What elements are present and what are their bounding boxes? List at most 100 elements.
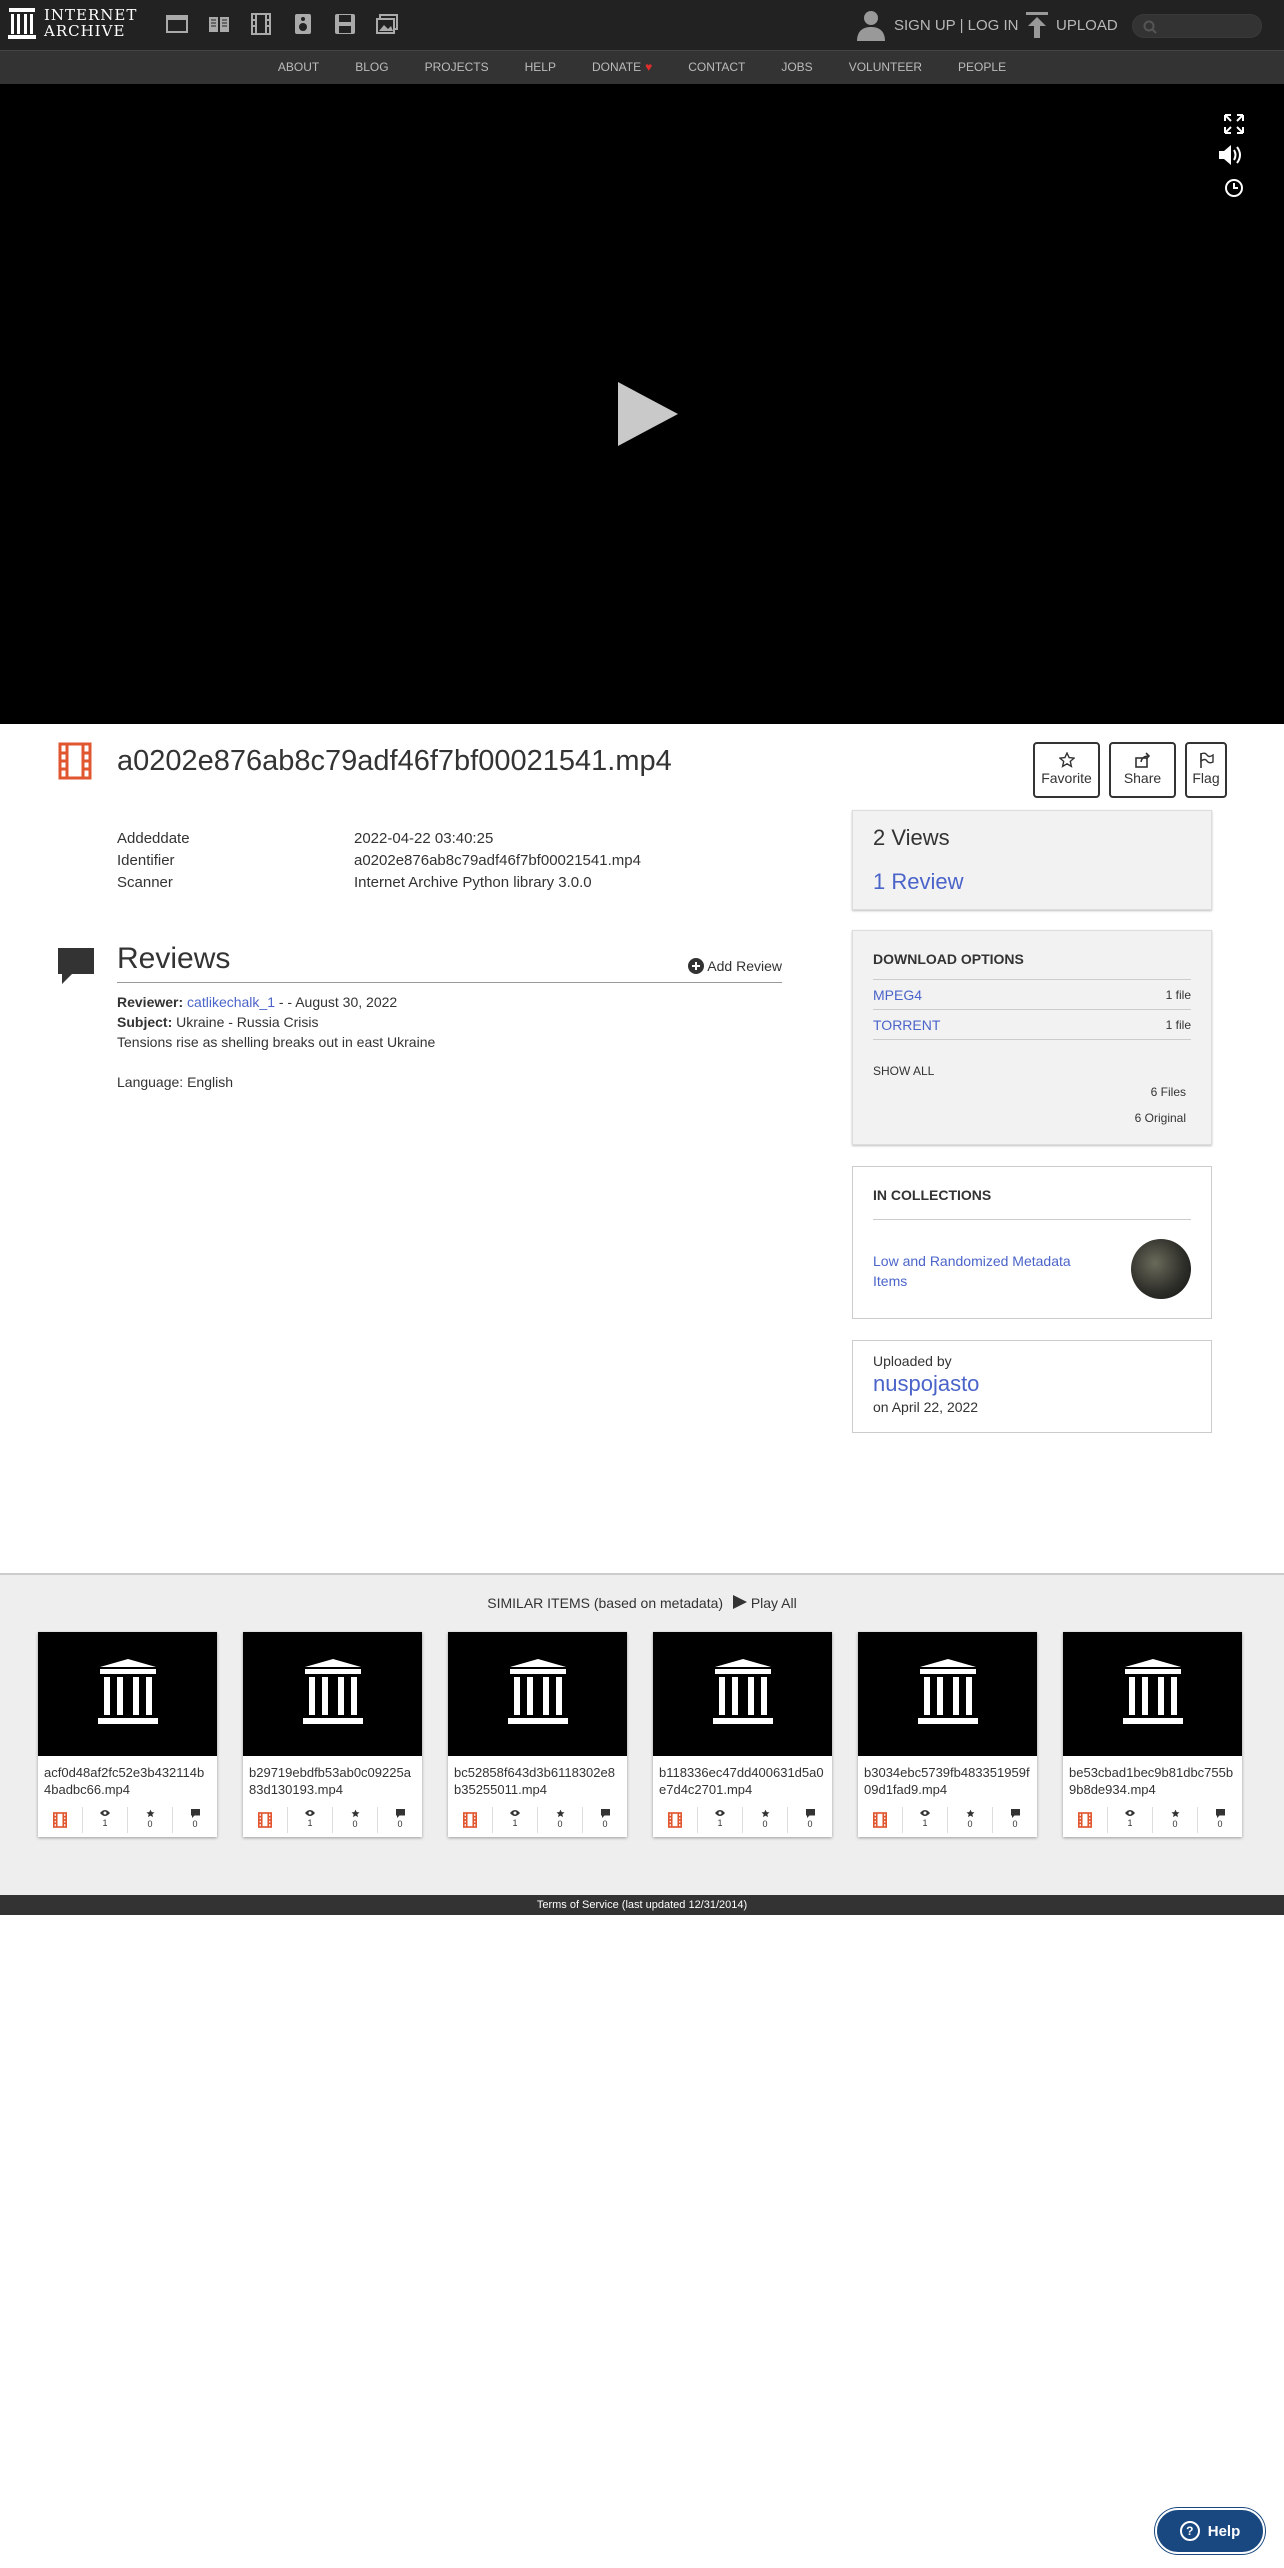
archive-building-icon (98, 1659, 158, 1724)
similar-item-title[interactable]: be53cbad1bec9b81dbc755b9b8de934.mp4 (1063, 1756, 1242, 1800)
show-all-link[interactable]: SHOW ALL (873, 1064, 1191, 1078)
uploader-link[interactable]: nuspojasto (873, 1371, 1191, 1397)
fullscreen-icon[interactable] (1224, 114, 1244, 134)
nav-blog[interactable]: BLOG (355, 51, 388, 84)
comment-icon (1215, 1809, 1225, 1818)
similar-item-title[interactable]: b118336ec47dd400631d5a0e7d4c2701.mp4 (653, 1756, 832, 1800)
reviewer-link[interactable]: catlikechalk_1 (187, 994, 275, 1010)
video-player[interactable] (0, 84, 1284, 724)
download-torrent-link[interactable]: TORRENT (873, 1017, 940, 1033)
similar-item-card[interactable]: b118336ec47dd400631d5a0e7d4c2701.mp4 1 0 0 (653, 1632, 832, 1837)
views-count: 1 (717, 1818, 723, 1828)
similar-item-card[interactable]: b3034ebc5739fb483351959f09d1fad9.mp4 1 0 0 (858, 1632, 1037, 1837)
similar-item-thumbnail[interactable] (1063, 1632, 1242, 1756)
review-date: - - August 30, 2022 (274, 994, 398, 1010)
metadata-row: Addeddate 2022-04-22 03:40:25 (117, 828, 641, 850)
similar-item-card[interactable]: be53cbad1bec9b81dbc755b9b8de934.mp4 1 0 0 (1063, 1632, 1242, 1837)
flag-button[interactable]: Flag (1185, 742, 1227, 798)
add-review-label: Add Review (707, 958, 782, 974)
reviews-stat: 0 (787, 1807, 832, 1833)
views-count: 1 (1127, 1818, 1133, 1828)
collection-thumbnail[interactable] (1131, 1239, 1191, 1299)
reviews-stat: 0 (1197, 1807, 1242, 1833)
similar-item-thumbnail[interactable] (448, 1632, 627, 1756)
favorites-stat: 0 (127, 1807, 172, 1833)
volume-icon[interactable] (1218, 144, 1244, 166)
software-icon[interactable] (333, 12, 357, 36)
video-icon[interactable] (249, 12, 273, 36)
similar-item-thumbnail[interactable] (38, 1632, 217, 1756)
share-button[interactable]: Share (1109, 742, 1176, 798)
uploader-panel: Uploaded by nuspojasto on April 22, 2022 (852, 1340, 1212, 1433)
favorites-count: 0 (352, 1819, 358, 1829)
share-label: Share (1123, 770, 1162, 786)
nav-help[interactable]: HELP (525, 51, 556, 84)
collections-heading: IN COLLECTIONS (873, 1187, 1191, 1220)
download-options-panel: DOWNLOAD OPTIONS MPEG4 1 file TORRENT 1 … (852, 930, 1212, 1145)
reviews-count: 0 (192, 1819, 198, 1829)
similar-item-title[interactable]: b3034ebc5739fb483351959f09d1fad9.mp4 (858, 1756, 1037, 1800)
media-type-stat (653, 1807, 697, 1833)
nav-about[interactable]: ABOUT (278, 51, 319, 84)
reviews-stat: 0 (582, 1807, 627, 1833)
metadata-value: 2022-04-22 03:40:25 (354, 830, 494, 847)
reviews-count-link[interactable]: 1 Review (873, 869, 1191, 895)
auth-links[interactable]: SIGN UP | LOG IN (856, 9, 1018, 41)
nav-contact[interactable]: CONTACT (688, 51, 745, 84)
metadata-key: Addeddate (117, 830, 190, 847)
add-review-button[interactable]: Add Review (688, 958, 782, 974)
upload-date: on April 22, 2022 (873, 1399, 979, 1415)
movie-film-icon (258, 1812, 272, 1828)
similar-item-title[interactable]: bc52858f643d3b6118302e8b35255011.mp4 (448, 1756, 627, 1800)
clock-icon[interactable] (1224, 178, 1244, 198)
movie-film-icon (53, 1812, 67, 1828)
search-input[interactable] (1132, 14, 1262, 38)
texts-icon[interactable] (207, 12, 231, 36)
comment-icon (395, 1809, 405, 1818)
star-icon (556, 1809, 564, 1818)
sign-up-log-in-link[interactable]: SIGN UP | LOG IN (894, 17, 1018, 34)
views-stat: 1 (492, 1807, 537, 1833)
play-all-button[interactable]: Play All (732, 1595, 797, 1611)
web-icon[interactable] (165, 12, 189, 36)
favorites-stat: 0 (1152, 1807, 1197, 1833)
reviews-header: Reviews Add Review (117, 942, 782, 983)
audio-icon[interactable] (291, 12, 315, 36)
similar-item-stats: 1 0 0 (38, 1807, 217, 1833)
download-mpeg4-link[interactable]: MPEG4 (873, 987, 922, 1003)
similar-item-thumbnail[interactable] (858, 1632, 1037, 1756)
eye-icon (510, 1810, 520, 1816)
similar-item-stats: 1 0 0 (448, 1807, 627, 1833)
similar-item-stats: 1 0 0 (1063, 1807, 1242, 1833)
similar-item-stats: 1 0 0 (858, 1807, 1037, 1833)
nav-donate[interactable]: DONATE ♥ (592, 51, 652, 84)
play-icon[interactable] (618, 382, 678, 446)
terms-of-service-link[interactable]: Terms of Service (last updated 12/31/201… (537, 1899, 747, 1911)
nav-people[interactable]: PEOPLE (958, 51, 1006, 84)
comment-icon (805, 1809, 815, 1818)
collection-link[interactable]: Low and Randomized Metadata Items (873, 1251, 1083, 1291)
help-button[interactable]: ? Help (1155, 2508, 1265, 2554)
archive-building-icon (918, 1659, 978, 1724)
top-bar: INTERNET ARCHIVE SIGN UP | LOG IN UPLOAD (0, 0, 1284, 50)
footer: Terms of Service (last updated 12/31/201… (0, 1895, 1284, 1915)
similar-item-thumbnail[interactable] (243, 1632, 422, 1756)
upload-link[interactable]: UPLOAD (1026, 12, 1118, 38)
similar-item-title[interactable]: acf0d48af2fc52e3b432114b4badbc66.mp4 (38, 1756, 217, 1800)
images-icon[interactable] (375, 12, 399, 36)
views-count: 2 Views (873, 825, 950, 850)
similar-item-thumbnail[interactable] (653, 1632, 832, 1756)
similar-item-title[interactable]: b29719ebdfb53ab0c09225a83d130193.mp4 (243, 1756, 422, 1800)
nav-jobs[interactable]: JOBS (781, 51, 812, 84)
favorites-count: 0 (1172, 1819, 1178, 1829)
comment-icon (190, 1809, 200, 1818)
nav-volunteer[interactable]: VOLUNTEER (849, 51, 922, 84)
favorite-button[interactable]: Favorite (1033, 742, 1100, 798)
similar-item-card[interactable]: acf0d48af2fc52e3b432114b4badbc66.mp4 1 0 0 (38, 1632, 217, 1837)
internet-archive-logo[interactable]: INTERNET ARCHIVE (8, 6, 137, 40)
archive-building-icon (508, 1659, 568, 1724)
similar-item-card[interactable]: b29719ebdfb53ab0c09225a83d130193.mp4 1 0 0 (243, 1632, 422, 1837)
metadata-value: Internet Archive Python library 3.0.0 (354, 874, 592, 891)
nav-projects[interactable]: PROJECTS (425, 51, 489, 84)
similar-item-card[interactable]: bc52858f643d3b6118302e8b35255011.mp4 1 0 0 (448, 1632, 627, 1837)
